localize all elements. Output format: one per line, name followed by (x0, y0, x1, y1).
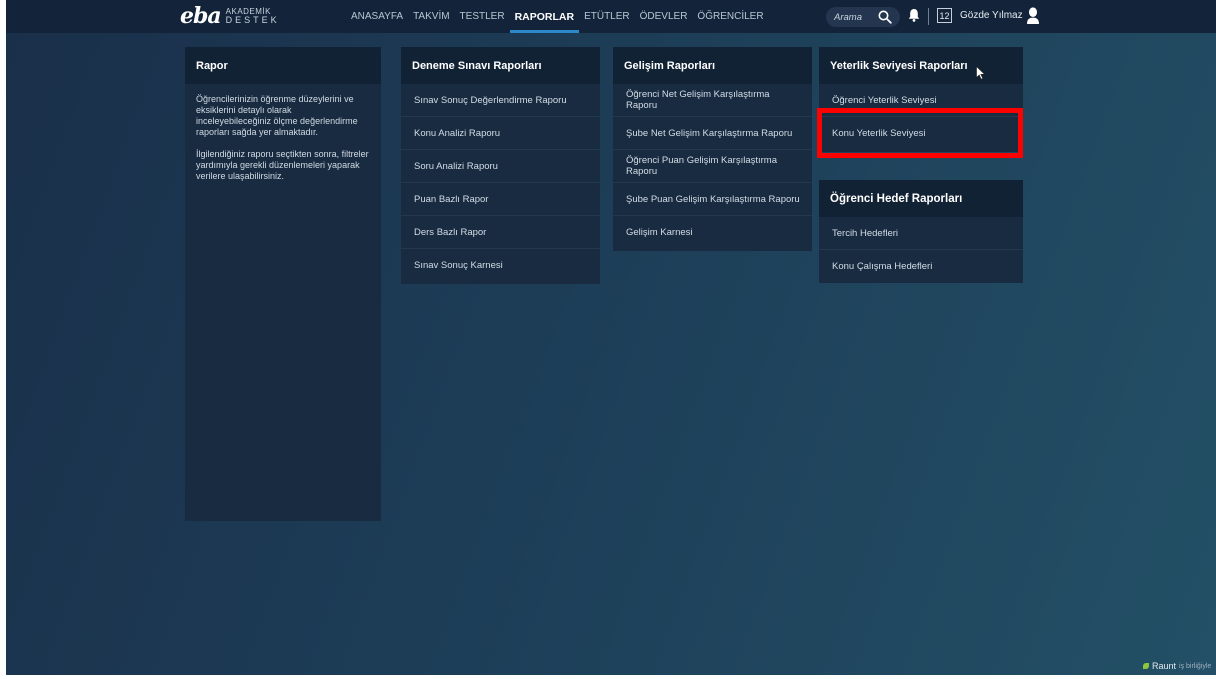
hedef-reports-title: Öğrenci Hedef Raporları (819, 180, 1023, 217)
user-name[interactable]: Gözde Yılmaz (960, 10, 1023, 21)
mouse-cursor-icon (976, 66, 986, 80)
report-link-konu-analizi[interactable]: Konu Analizi Raporu (401, 117, 600, 150)
search-icon[interactable] (878, 10, 892, 24)
logo-text: AKADEMİK DESTEK (226, 7, 280, 25)
nav-anasayfa[interactable]: ANASAYFA (346, 0, 408, 33)
bell-icon[interactable] (908, 8, 920, 22)
report-link-sinav-sonuc-karnesi[interactable]: Sınav Sonuç Karnesi (401, 249, 600, 282)
report-link-sinav-sonuc-degerlendirme[interactable]: Sınav Sonuç Değerlendirme Raporu (401, 84, 600, 117)
report-link-gelisim-karnesi[interactable]: Gelişim Karnesi (613, 216, 812, 249)
search-box[interactable]: Arama (826, 7, 900, 27)
raunt-watermark: Raunt iş birliğiyle (1143, 661, 1211, 671)
intro-title: Rapor (185, 47, 381, 84)
report-link-ogrenci-net-gelisim[interactable]: Öğrenci Net Gelişim Karşılaştırma Raporu (613, 84, 812, 117)
main-nav: ANASAYFA TAKVİM TESTLER RAPORLAR ETÜTLER… (346, 0, 769, 33)
gelisim-reports-title: Gelişim Raporları (613, 47, 812, 84)
nav-etutler[interactable]: ETÜTLER (579, 0, 635, 33)
report-link-ders-bazli[interactable]: Ders Bazlı Rapor (401, 216, 600, 249)
topbar-divider (928, 8, 929, 25)
report-link-ogrenci-puan-gelisim[interactable]: Öğrenci Puan Gelişim Karşılaştırma Rapor… (613, 150, 812, 183)
intro-body: Öğrencilerinizin öğrenme düzeylerini ve … (185, 84, 381, 182)
intro-paragraph-2: İlgilendiğiniz raporu seçtikten sonra, f… (196, 149, 369, 181)
deneme-reports-title: Deneme Sınavı Raporları (401, 47, 600, 84)
top-navigation-bar: eba AKADEMİK DESTEK ANASAYFA TAKVİM TEST… (6, 0, 1216, 33)
logo-line2: DESTEK (225, 15, 280, 25)
report-link-sube-puan-gelisim[interactable]: Şube Puan Gelişim Karşılaştırma Raporu (613, 183, 812, 216)
raunt-leaf-icon (1143, 663, 1149, 669)
nav-odevler[interactable]: ÖDEVLER (635, 0, 693, 33)
nav-testler[interactable]: TESTLER (455, 0, 510, 33)
report-link-tercih-hedefleri[interactable]: Tercih Hedefleri (819, 217, 1023, 250)
report-link-konu-calisma-hedefleri[interactable]: Konu Çalışma Hedefleri (819, 250, 1023, 283)
intro-paragraph-1: Öğrencilerinizin öğrenme düzeylerini ve … (196, 94, 358, 137)
raunt-brand: Raunt (1152, 661, 1177, 671)
calendar-icon[interactable]: 12 (937, 8, 952, 23)
intro-card: Rapor Öğrencilerinizin öğrenme düzeyleri… (185, 47, 381, 521)
nav-raporlar[interactable]: RAPORLAR (509, 0, 580, 33)
raunt-tail: iş birliğiyle (1179, 662, 1212, 670)
gelisim-reports-card: Gelişim Raporları Öğrenci Net Gelişim Ka… (613, 47, 812, 251)
search-placeholder: Arama (834, 11, 862, 23)
nav-ogrenciler[interactable]: ÖĞRENCİLER (692, 0, 768, 33)
highlight-box (817, 108, 1023, 158)
nav-takvim[interactable]: TAKVİM (408, 0, 454, 33)
hedef-reports-card: Öğrenci Hedef Raporları Tercih Hedefleri… (819, 180, 1023, 283)
app-screen: eba AKADEMİK DESTEK ANASAYFA TAKVİM TEST… (6, 0, 1216, 675)
report-link-sube-net-gelisim[interactable]: Şube Net Gelişim Karşılaştırma Raporu (613, 117, 812, 150)
logo-mark: eba (180, 3, 222, 29)
user-icon[interactable] (1026, 7, 1040, 24)
eba-logo[interactable]: eba AKADEMİK DESTEK (180, 3, 280, 29)
report-link-puan-bazli[interactable]: Puan Bazlı Rapor (401, 183, 600, 216)
deneme-reports-card: Deneme Sınavı Raporları Sınav Sonuç Değe… (401, 47, 600, 284)
report-link-soru-analizi[interactable]: Soru Analizi Raporu (401, 150, 600, 183)
yeterlik-reports-title: Yeterlik Seviyesi Raporları (819, 47, 1023, 84)
